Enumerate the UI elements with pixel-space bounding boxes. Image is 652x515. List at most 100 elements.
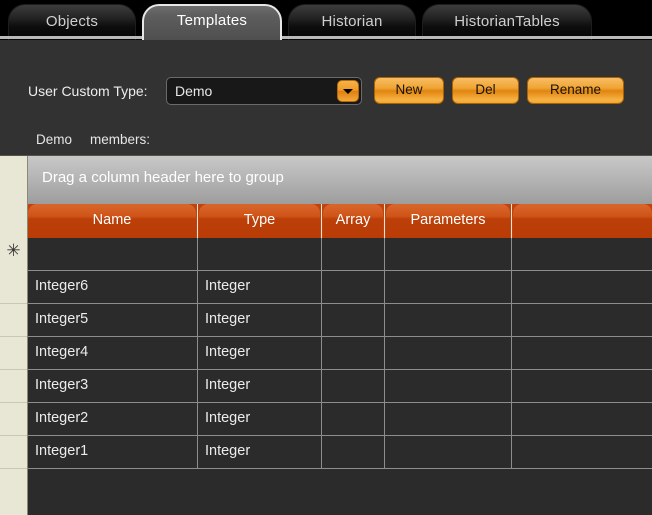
cell-name-text: Integer1 bbox=[35, 443, 88, 459]
cell-filler[interactable] bbox=[512, 304, 652, 336]
cell-array[interactable] bbox=[322, 271, 385, 303]
cell-array[interactable] bbox=[322, 337, 385, 369]
tab-bar: Objects Templates Historian HistorianTab… bbox=[0, 0, 652, 40]
cell-filler[interactable] bbox=[512, 436, 652, 468]
members-type-name: Demo bbox=[36, 132, 72, 147]
cell-type[interactable]: Integer bbox=[198, 403, 322, 435]
cell-array[interactable] bbox=[322, 304, 385, 336]
asterisk-icon: ✳ bbox=[0, 242, 27, 259]
tab-objects-label: Objects bbox=[9, 13, 135, 30]
cell-type[interactable]: Integer bbox=[198, 337, 322, 369]
cell-name[interactable]: Integer6 bbox=[28, 271, 198, 303]
column-header-name[interactable]: Name bbox=[28, 204, 196, 238]
rename-button[interactable]: Rename bbox=[527, 77, 624, 104]
cell-name-text: Integer6 bbox=[35, 278, 88, 294]
templates-panel: User Custom Type: Demo New Del Rename De… bbox=[0, 40, 652, 515]
table-row[interactable]: Integer2 Integer bbox=[28, 403, 652, 436]
cell-type[interactable]: Integer bbox=[198, 271, 322, 303]
column-separator bbox=[384, 204, 385, 238]
row-indicator-cell[interactable] bbox=[0, 436, 27, 469]
row-indicator-cell[interactable] bbox=[0, 403, 27, 436]
cell-parameters[interactable] bbox=[385, 304, 512, 336]
table-row[interactable]: Integer4 Integer bbox=[28, 337, 652, 370]
cell-name[interactable]: Integer2 bbox=[28, 403, 198, 435]
tab-historian-label: Historian bbox=[289, 13, 415, 30]
cell-type[interactable]: Integer bbox=[198, 304, 322, 336]
cell-parameters[interactable] bbox=[385, 271, 512, 303]
tab-historian-tables-label: HistorianTables bbox=[423, 13, 591, 30]
table-row-new[interactable] bbox=[28, 238, 652, 271]
group-by-hint-text: Drag a column header here to group bbox=[42, 169, 284, 186]
user-custom-type-value: Demo bbox=[175, 83, 212, 99]
cell-parameters[interactable] bbox=[385, 436, 512, 468]
cell-name-text: Integer3 bbox=[35, 377, 88, 393]
tab-bar-underline bbox=[0, 36, 652, 39]
cell-name[interactable]: Integer3 bbox=[28, 370, 198, 402]
tab-templates[interactable]: Templates bbox=[142, 4, 282, 40]
cell-filler[interactable] bbox=[512, 271, 652, 303]
row-indicator-cell[interactable] bbox=[0, 271, 27, 304]
rename-button-label: Rename bbox=[528, 82, 623, 97]
column-header-name-label: Name bbox=[28, 212, 196, 228]
column-header-type-label: Type bbox=[199, 212, 320, 228]
cell-type-text: Integer bbox=[205, 278, 250, 294]
user-custom-type-dropdown-button[interactable] bbox=[337, 80, 359, 102]
chevron-down-icon bbox=[343, 89, 353, 94]
tab-historian-tables[interactable]: HistorianTables bbox=[422, 4, 592, 40]
cell-type-text: Integer bbox=[205, 443, 250, 459]
cell-type[interactable]: Integer bbox=[198, 370, 322, 402]
table-row[interactable]: Integer1 Integer bbox=[28, 436, 652, 469]
table-row[interactable]: Integer6 Integer bbox=[28, 271, 652, 304]
column-header-filler[interactable] bbox=[513, 204, 652, 238]
row-indicator-cell[interactable] bbox=[0, 304, 27, 337]
cell-name-text: Integer4 bbox=[35, 344, 88, 360]
cell-array[interactable] bbox=[322, 370, 385, 402]
tab-objects[interactable]: Objects bbox=[8, 4, 136, 40]
row-indicator-cell[interactable] bbox=[0, 337, 27, 370]
column-separator bbox=[321, 204, 322, 238]
row-indicator-cell[interactable] bbox=[0, 370, 27, 403]
cell-array[interactable] bbox=[322, 436, 385, 468]
cell-type-text: Integer bbox=[205, 410, 250, 426]
delete-button[interactable]: Del bbox=[452, 77, 519, 104]
cell-array[interactable] bbox=[322, 238, 385, 270]
cell-parameters[interactable] bbox=[385, 337, 512, 369]
cell-parameters[interactable] bbox=[385, 238, 512, 270]
tab-historian[interactable]: Historian bbox=[288, 4, 416, 40]
cell-parameters[interactable] bbox=[385, 370, 512, 402]
new-button[interactable]: New bbox=[374, 77, 444, 104]
column-header-parameters[interactable]: Parameters bbox=[386, 204, 510, 238]
cell-type-text: Integer bbox=[205, 311, 250, 327]
cell-name[interactable]: Integer5 bbox=[28, 304, 198, 336]
column-header-array[interactable]: Array bbox=[323, 204, 383, 238]
user-custom-type-combobox[interactable]: Demo bbox=[166, 77, 362, 105]
column-separator bbox=[197, 204, 198, 238]
new-row-indicator[interactable]: ✳ bbox=[0, 238, 27, 271]
column-header-array-label: Array bbox=[323, 212, 383, 228]
cell-filler[interactable] bbox=[512, 337, 652, 369]
cell-type-text: Integer bbox=[205, 377, 250, 393]
cell-filler[interactable] bbox=[512, 238, 652, 270]
column-header-parameters-label: Parameters bbox=[386, 212, 510, 228]
row-indicator-column bbox=[0, 156, 28, 515]
cell-type[interactable]: Integer bbox=[198, 436, 322, 468]
cell-name-text: Integer2 bbox=[35, 410, 88, 426]
cell-filler[interactable] bbox=[512, 403, 652, 435]
cell-parameters[interactable] bbox=[385, 403, 512, 435]
templates-toolbar: User Custom Type: Demo New Del Rename De… bbox=[0, 40, 652, 112]
cell-name[interactable] bbox=[28, 238, 198, 270]
table-row[interactable]: Integer5 Integer bbox=[28, 304, 652, 337]
grid-body: Drag a column header here to group Name … bbox=[28, 156, 652, 515]
grid-empty-area bbox=[28, 469, 652, 515]
cell-name[interactable]: Integer1 bbox=[28, 436, 198, 468]
cell-filler[interactable] bbox=[512, 370, 652, 402]
application-window: Objects Templates Historian HistorianTab… bbox=[0, 0, 652, 515]
column-header-type[interactable]: Type bbox=[199, 204, 320, 238]
cell-name[interactable]: Integer4 bbox=[28, 337, 198, 369]
cell-type-text: Integer bbox=[205, 344, 250, 360]
cell-type[interactable] bbox=[198, 238, 322, 270]
table-row[interactable]: Integer3 Integer bbox=[28, 370, 652, 403]
cell-array[interactable] bbox=[322, 403, 385, 435]
column-separator bbox=[511, 204, 512, 238]
group-by-drop-area[interactable]: Drag a column header here to group bbox=[28, 156, 652, 204]
